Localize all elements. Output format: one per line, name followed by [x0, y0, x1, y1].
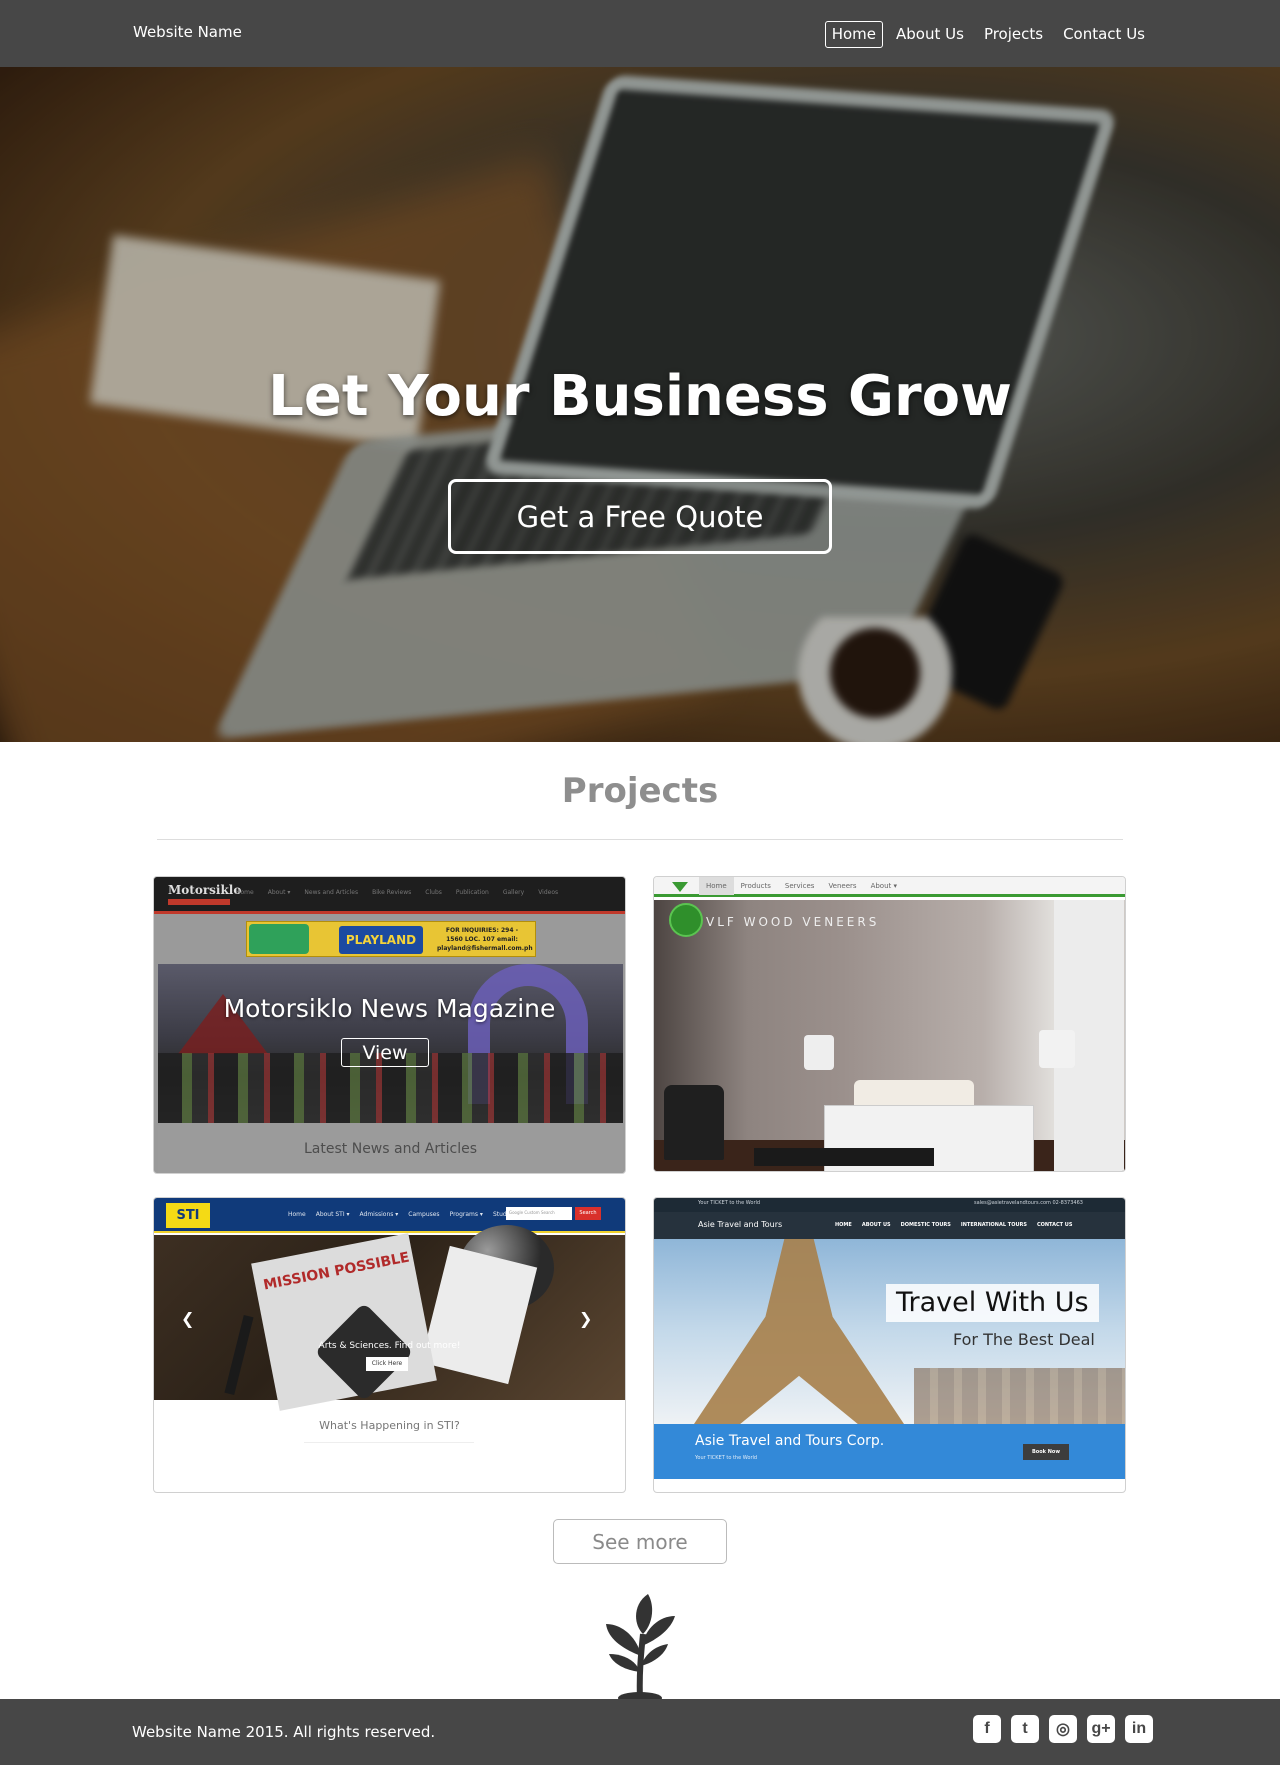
menu-item: Home	[699, 877, 734, 895]
project-site-menu: Home About ▾ News and Articles Bike Revi…	[236, 889, 558, 896]
view-project-button[interactable]: View	[341, 1038, 429, 1067]
sti-logo: STI	[166, 1203, 210, 1228]
menu-item: Clubs	[425, 889, 442, 896]
linkedin-icon[interactable]: in	[1125, 1715, 1153, 1743]
asie-subline: For The Best Deal	[953, 1330, 1095, 1349]
project-site-menu: Home Products Services Veneers About ▾	[699, 877, 904, 895]
twitter-icon[interactable]: t	[1011, 1715, 1039, 1743]
asie-book-now: Book Now	[1023, 1444, 1069, 1460]
project-caption: Latest News and Articles	[158, 1123, 623, 1173]
slide-text: Arts & Sciences. Find out more!	[318, 1341, 461, 1351]
menu-item: Programs ▾	[449, 1211, 483, 1218]
project-card-vlf-wood-veneers[interactable]: Home Products Services Veneers About ▾ V…	[653, 876, 1126, 1172]
hero-headline: Let Your Business Grow	[268, 364, 1012, 429]
project-card-sti[interactable]: STI Home About STI ▾ Admissions ▾ Campus…	[153, 1197, 626, 1493]
sti-search-button: Search	[575, 1207, 601, 1220]
asie-corp-name: Asie Travel and Tours Corp.	[695, 1433, 885, 1449]
see-more-button[interactable]: See more	[553, 1519, 727, 1564]
footer-copyright: Website Name 2015. All rights reserved.	[132, 1723, 436, 1741]
menu-item: Campuses	[408, 1211, 440, 1218]
hero-banner: Let Your Business Grow Get a Free Quote	[0, 67, 1280, 742]
project-site-menu: HOME ABOUT US DOMESTIC TOURS INTERNATION…	[835, 1222, 1072, 1228]
nav-projects[interactable]: Projects	[977, 21, 1050, 48]
instagram-icon[interactable]: ◎	[1049, 1715, 1077, 1743]
menu-item: Admissions ▾	[359, 1211, 399, 1218]
menu-item: Gallery	[502, 889, 525, 896]
project-caption: What's Happening in STI?	[319, 1419, 460, 1432]
photo-trees	[914, 1368, 1125, 1424]
menu-item: Products	[740, 882, 771, 890]
vlf-brand-text: VLF WOOD VENEERS	[706, 915, 880, 929]
caption-divider	[304, 1442, 474, 1443]
site-footer: Website Name 2015. All rights reserved. …	[0, 1699, 1280, 1765]
menu-item: Home	[236, 889, 254, 896]
chevron-right-icon: ❯	[579, 1309, 593, 1328]
ad-banner: PLAYLAND FOR INQUIRIES: 294 - 1560 LOC. …	[246, 921, 536, 957]
menu-item: Videos	[538, 889, 559, 896]
motorsiklo-logo: Motorsiklo	[168, 883, 242, 897]
menu-item: INTERNATIONAL TOURS	[960, 1222, 1027, 1228]
vlf-triangle-icon	[672, 882, 688, 892]
bedroom-photo	[654, 900, 1125, 1171]
asie-brand: Asie Travel and Tours	[698, 1220, 783, 1229]
chevron-left-icon: ❮	[181, 1309, 195, 1328]
social-links: f t ◎ g+ in	[973, 1715, 1153, 1743]
logo-underline	[168, 899, 230, 905]
menu-item: CONTACT US	[1036, 1222, 1073, 1228]
banner-inquiries-text: FOR INQUIRIES: 294 - 1560 LOC. 107 email…	[437, 927, 533, 952]
asie-top-strip: Your TICKET to the World sales@asietrave…	[654, 1198, 1125, 1212]
menu-item: Home	[288, 1211, 306, 1218]
google-plus-icon[interactable]: g+	[1087, 1715, 1115, 1743]
nav-home[interactable]: Home	[824, 21, 884, 48]
asie-headline: Travel With Us	[886, 1284, 1099, 1322]
projects-heading: Projects	[561, 771, 719, 811]
menu-item: About ▾	[870, 882, 898, 890]
get-free-quote-button[interactable]: Get a Free Quote	[448, 479, 832, 554]
project-site-menu: Home About STI ▾ Admissions ▾ Campuses P…	[288, 1211, 525, 1218]
menu-item: News and Articles	[304, 889, 359, 896]
site-brand[interactable]: Website Name	[133, 23, 242, 41]
room-lamp	[1039, 1030, 1075, 1068]
nav-about-us[interactable]: About Us	[889, 21, 971, 48]
slide-click-here: Click Here	[366, 1357, 408, 1371]
room-bench	[754, 1148, 934, 1166]
plant-sprout-icon	[606, 1594, 675, 1699]
facebook-icon[interactable]: f	[973, 1715, 1001, 1743]
slide-photos	[420, 1245, 538, 1385]
project-site-header: STI Home About STI ▾ Admissions ▾ Campus…	[154, 1198, 625, 1233]
project-title: Motorsiklo News Magazine	[223, 994, 556, 1023]
menu-item: About ▾	[267, 889, 291, 896]
nav-contact-us[interactable]: Contact Us	[1056, 21, 1152, 48]
asie-tagline: Your TICKET to the World	[698, 1200, 761, 1206]
menu-item: DOMESTIC TOURS	[900, 1222, 951, 1228]
fishermall-logo	[249, 924, 309, 954]
vlf-logo-icon	[669, 903, 703, 937]
asie-contact: sales@asietravelandtours.com 02-8373463	[974, 1200, 1083, 1206]
main-nav: Home About Us Projects Contact Us	[824, 21, 1152, 48]
top-navbar: Website Name Home About Us Projects Cont…	[0, 0, 1280, 67]
project-site-header: Home Products Services Veneers About ▾	[654, 877, 1125, 897]
asie-corp-tagline: Your TICKET to the World	[695, 1455, 758, 1461]
paper-title: MISSION POSSIBLE	[262, 1249, 411, 1294]
projects-divider	[157, 839, 1123, 840]
menu-item: HOME	[835, 1222, 852, 1228]
project-site-header: Motorsiklo Home About ▾ News and Article…	[154, 877, 625, 914]
room-chair	[664, 1085, 724, 1160]
menu-item: ABOUT US	[861, 1222, 891, 1228]
room-lamp	[804, 1035, 834, 1070]
menu-item: Services	[784, 882, 815, 890]
menu-item: Bike Reviews	[372, 889, 412, 896]
project-card-asie-travel[interactable]: Your TICKET to the World sales@asietrave…	[653, 1197, 1126, 1493]
sti-search-field: Google Custom Search	[506, 1207, 572, 1220]
menu-item: Veneers	[828, 882, 857, 890]
playland-logo: PLAYLAND	[339, 926, 423, 954]
project-card-motorsiklo[interactable]: Motorsiklo Home About ▾ News and Article…	[153, 876, 626, 1174]
menu-item: Publication	[455, 889, 489, 896]
sti-slide: MISSION POSSIBLE	[154, 1225, 625, 1411]
slide-pen	[224, 1314, 254, 1396]
menu-item: About STI ▾	[315, 1211, 350, 1218]
